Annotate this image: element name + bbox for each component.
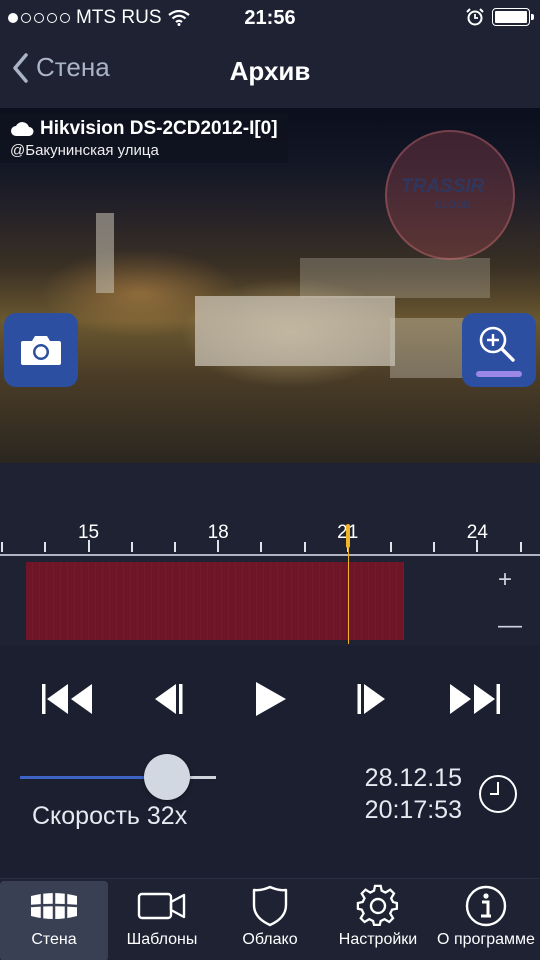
timeline-ruler: 15182124 — [0, 516, 540, 556]
step-forward-icon[interactable] — [356, 682, 388, 716]
tab-cloud[interactable]: Облако — [216, 881, 324, 960]
tab-templates[interactable]: Шаблоны — [108, 881, 216, 960]
speed-label: Скорость 32x — [32, 802, 188, 830]
camera-icon — [21, 336, 61, 365]
timeline-tick — [44, 542, 47, 552]
timeline-tick-label: 15 — [77, 522, 100, 543]
timeline-tick — [433, 542, 436, 552]
camera-info: Hikvision DS-2CD2012-I[0] @Бакунинская у… — [0, 114, 288, 163]
zoom-in-icon — [479, 326, 515, 362]
playback-panel: Скорость 32x 28.12.15 20:17:53 — [0, 646, 540, 878]
speed-slider-thumb[interactable] — [144, 754, 190, 800]
timeline-tick — [173, 542, 176, 552]
battery-icon — [492, 8, 534, 26]
wall-grid-icon — [30, 892, 78, 920]
camera-video-view[interactable]: TRASSIR CLOUD Hikvision DS-2CD2012-I[0] … — [0, 108, 540, 463]
timeline-tick — [303, 542, 306, 552]
speed-slider[interactable] — [20, 754, 216, 802]
skip-to-end-icon[interactable] — [448, 682, 500, 716]
playback-time: 20:17:53 — [364, 796, 462, 824]
zoom-level-indicator — [476, 371, 522, 377]
timeline-tick — [1, 542, 4, 552]
playhead-line — [347, 548, 349, 644]
video-camera-icon — [137, 892, 186, 920]
timeline-tick — [519, 542, 522, 552]
playhead-marker[interactable] — [345, 524, 350, 548]
playback-date: 28.12.15 — [364, 764, 462, 792]
tab-wall[interactable]: Стена — [0, 881, 108, 960]
gear-icon — [356, 884, 398, 926]
status-bar: MTS RUS 21:56 — [0, 0, 540, 36]
timeline-tick — [260, 542, 263, 552]
nav-bar: Стена Архив — [0, 36, 540, 108]
skip-to-start-icon[interactable] — [42, 682, 94, 716]
play-icon[interactable] — [254, 682, 288, 716]
timeline-tick — [389, 542, 392, 552]
snapshot-button[interactable] — [4, 313, 78, 387]
archive-timeline[interactable]: 15182124 + — — [0, 516, 540, 646]
clock-icon[interactable] — [478, 774, 518, 814]
timeline-zoom-out-button[interactable]: — — [498, 612, 522, 640]
status-time: 21:56 — [244, 7, 296, 29]
camera-name: Hikvision DS-2CD2012-I[0] — [10, 118, 278, 140]
step-back-icon[interactable] — [152, 682, 184, 716]
info-icon — [465, 885, 507, 927]
timeline-tick-label: 18 — [207, 522, 229, 543]
tab-bar: Стена Шаблоны Облако Настройки О програм… — [0, 878, 540, 960]
zoom-button[interactable] — [462, 313, 536, 387]
trassir-watermark: TRASSIR CLOUD — [385, 130, 515, 260]
timeline-tick-label: 24 — [466, 522, 488, 543]
camera-location: @Бакунинская улица — [10, 142, 159, 159]
cloud-icon — [11, 122, 34, 136]
shield-icon — [252, 885, 288, 927]
tab-about[interactable]: О программе — [432, 881, 540, 960]
alarm-icon — [466, 8, 484, 26]
page-title: Архив — [229, 56, 311, 86]
tab-settings[interactable]: Настройки — [324, 881, 432, 960]
timeline-tick — [130, 542, 133, 552]
timeline-zoom-in-button[interactable]: + — [498, 566, 512, 594]
